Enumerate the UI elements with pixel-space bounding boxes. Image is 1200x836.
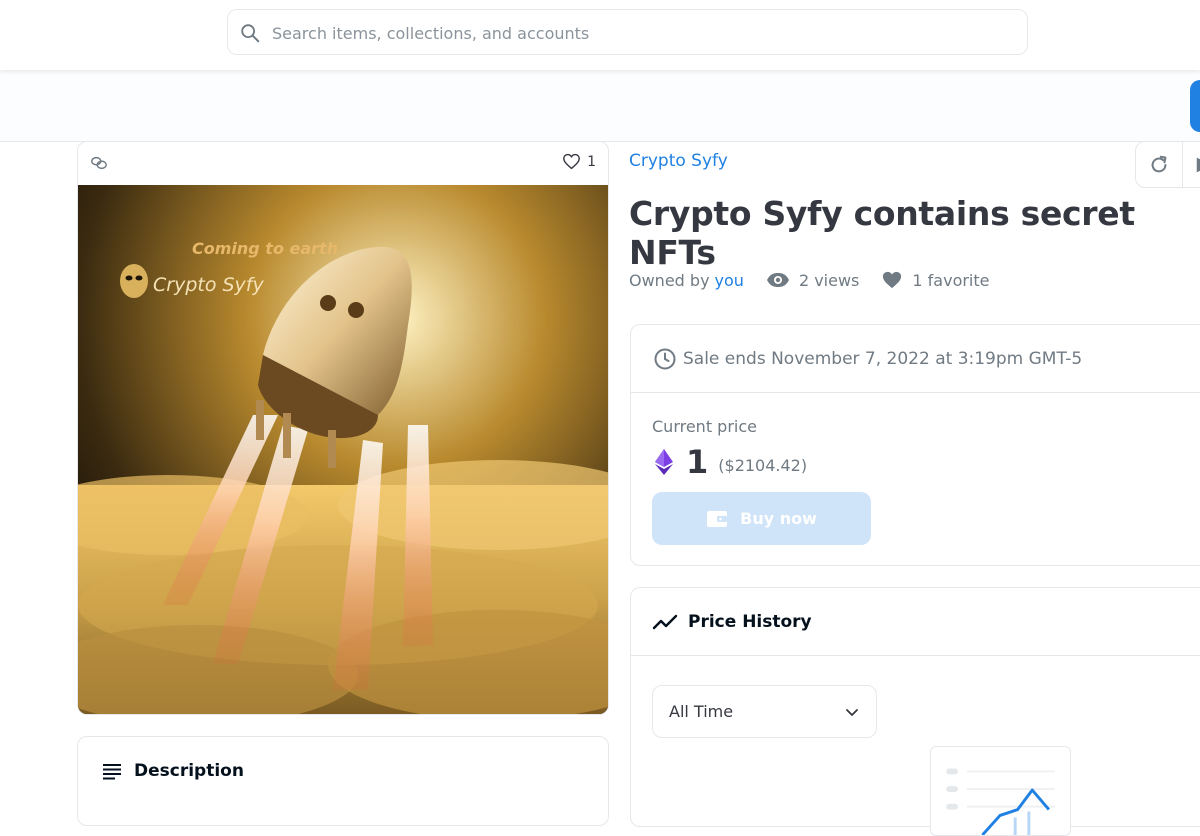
owned-by-label: Owned by <box>629 270 710 290</box>
nft-artwork[interactable]: Coming to earth Crypto Syfy <box>78 185 608 715</box>
share-icon[interactable] <box>1194 154 1200 176</box>
refresh-icon[interactable] <box>1148 154 1170 176</box>
clock-icon <box>654 348 676 369</box>
buy-now-button[interactable]: Buy now <box>652 492 871 545</box>
description-title: Description <box>134 761 244 781</box>
sale-ends-text: Sale ends November 7, 2022 at 3:19pm GMT… <box>683 348 1083 369</box>
current-price-label: Current price <box>652 417 757 436</box>
artwork-caption: Coming to earth <box>192 239 338 258</box>
search-icon <box>241 24 260 43</box>
wallet-icon <box>707 510 728 527</box>
time-range-select[interactable]: All Time <box>652 685 877 738</box>
price-history-header[interactable]: Price History <box>631 588 1200 656</box>
price-history-title: Price History <box>688 611 812 632</box>
price-value: 1 <box>686 443 709 481</box>
item-meta: Owned by you 2 views 1 favorite <box>629 270 990 290</box>
price-history-panel: Price History All Time <box>630 587 1200 836</box>
subject-lines-icon <box>103 764 121 780</box>
buy-now-label: Buy now <box>740 509 817 528</box>
favorites-count: 1 favorite <box>881 270 990 290</box>
views-text: 2 views <box>798 270 860 290</box>
heart-icon <box>883 271 902 289</box>
favorites-text: 1 favorite <box>912 270 990 290</box>
item-title: Crypto Syfy contains secret NFTs <box>629 194 1135 272</box>
sale-ends-row: Sale ends November 7, 2022 at 3:19pm GMT… <box>631 325 1200 393</box>
sale-panel: Sale ends November 7, 2022 at 3:19pm GMT… <box>630 324 1200 566</box>
eye-icon <box>766 273 789 287</box>
price-usd: ($2104.42) <box>718 455 808 475</box>
search-bar[interactable] <box>227 9 1028 55</box>
blockchain-icon[interactable] <box>90 154 108 172</box>
description-panel[interactable]: Description <box>77 736 609 826</box>
views-count: 2 views <box>766 271 859 290</box>
owner-link[interactable]: you <box>715 271 744 290</box>
favorite-count: 1 <box>587 153 596 170</box>
page-banner <box>0 70 1200 142</box>
banner-action-button[interactable] <box>1190 80 1200 132</box>
price-row: 1 ($2104.42) <box>655 443 807 481</box>
top-navbar <box>0 0 1200 70</box>
trending-up-icon <box>652 614 678 629</box>
ethereum-icon <box>655 449 673 475</box>
asset-card-header: 1 <box>78 142 608 185</box>
heart-outline-icon <box>563 153 581 170</box>
favorite-toggle[interactable]: 1 <box>562 153 596 170</box>
chevron-down-icon <box>846 709 858 716</box>
item-toolbar <box>1135 141 1200 188</box>
search-input[interactable] <box>272 19 1012 47</box>
time-range-value: All Time <box>669 702 734 721</box>
artwork-brand: Crypto Syfy <box>153 274 264 296</box>
empty-chart-illustration <box>930 746 1071 836</box>
collection-link[interactable]: Crypto Syfy <box>629 151 728 171</box>
asset-image-card: 1 Coming to earth Crypto Syfy <box>77 141 609 715</box>
